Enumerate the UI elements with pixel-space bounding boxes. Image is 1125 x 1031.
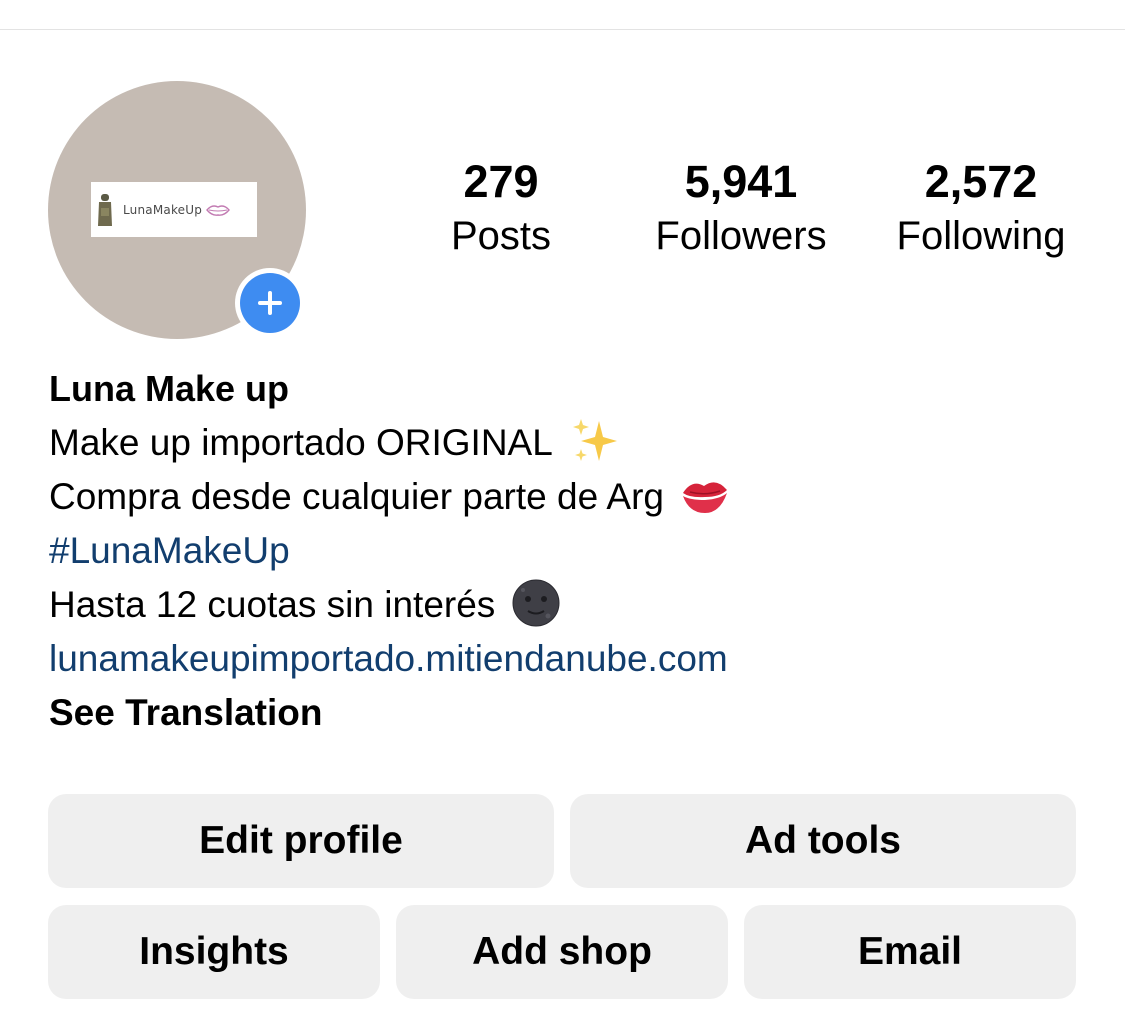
- bio-website-link[interactable]: lunamakeupimportado.mitiendanube.com: [49, 638, 728, 679]
- bio-line-4: Hasta 12 cuotas sin interés: [49, 578, 1089, 632]
- new-moon-face-icon: [512, 579, 560, 627]
- followers-label: Followers: [655, 214, 827, 258]
- profile-name: Luna Make up: [49, 368, 290, 409]
- insights-button[interactable]: Insights: [48, 905, 380, 999]
- top-divider: [0, 29, 1125, 30]
- bio-link-line: lunamakeupimportado.mitiendanube.com: [49, 632, 1089, 686]
- bio-line-2-text: Compra desde cualquier parte de Arg: [49, 476, 664, 517]
- ad-tools-button[interactable]: Ad tools: [570, 794, 1076, 888]
- stat-posts[interactable]: 279 Posts: [386, 155, 616, 263]
- logo-figure-icon: [98, 193, 112, 226]
- bio-hashtag-line: #LunaMakeUp: [49, 524, 1089, 578]
- avatar-logo: LunaMakeUp: [91, 182, 257, 237]
- add-shop-button[interactable]: Add shop: [396, 905, 728, 999]
- following-count: 2,572: [924, 156, 1038, 207]
- sparkles-icon: [572, 419, 617, 462]
- bio-line-4-text: Hasta 12 cuotas sin interés: [49, 584, 496, 625]
- edit-profile-button[interactable]: Edit profile: [48, 794, 554, 888]
- bio-line-1-text: Make up importado ORIGINAL: [49, 422, 553, 463]
- posts-label: Posts: [450, 214, 552, 258]
- lips-logo-icon: [206, 204, 230, 216]
- bio-hashtag-link[interactable]: #LunaMakeUp: [49, 530, 290, 571]
- stat-followers[interactable]: 5,941 Followers: [626, 155, 856, 263]
- email-button[interactable]: Email: [744, 905, 1076, 999]
- stat-following[interactable]: 2,572 Following: [866, 155, 1096, 263]
- kiss-mark-icon: [682, 482, 727, 514]
- following-label: Following: [896, 214, 1066, 258]
- logo-text: LunaMakeUp: [123, 202, 203, 217]
- see-translation-link[interactable]: See Translation: [49, 686, 1089, 740]
- bio-line-1: Make up importado ORIGINAL: [49, 416, 1089, 470]
- followers-count: 5,941: [684, 156, 798, 207]
- bio-line-2: Compra desde cualquier parte de Arg: [49, 470, 1089, 524]
- add-story-button[interactable]: [235, 268, 305, 338]
- plus-icon: [240, 273, 300, 333]
- profile-bio: Luna Make up Make up importado ORIGINAL …: [49, 362, 1089, 740]
- posts-count: 279: [463, 156, 539, 207]
